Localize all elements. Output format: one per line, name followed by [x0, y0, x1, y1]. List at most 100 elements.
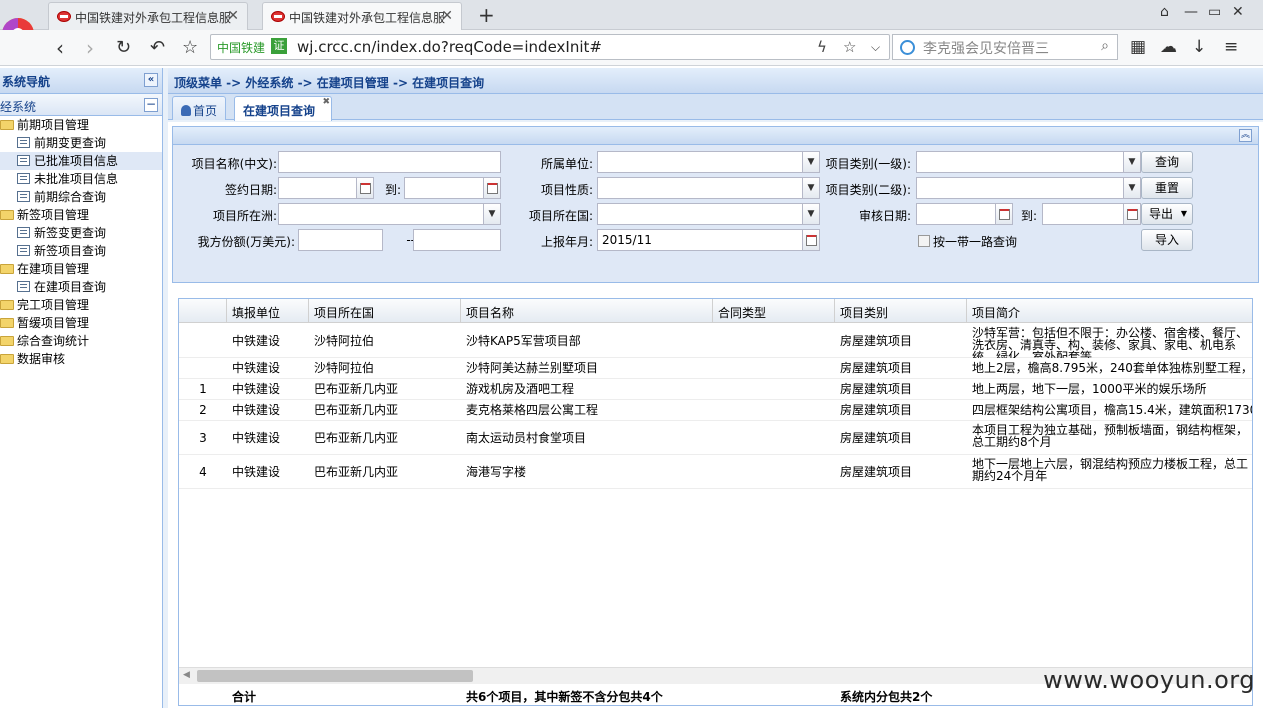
download-icon[interactable]: ↓ — [1192, 37, 1206, 57]
nature-select[interactable] — [597, 177, 803, 199]
favorite-star-icon[interactable]: ☆ — [182, 37, 198, 58]
sidebar-item-label: 在建项目查询 — [34, 280, 107, 294]
table-row[interactable]: 4 中铁建设 巴布亚新几内亚 海港写字楼 房屋建筑项目 地下一层地上六层，钢混结构预应力楼… — [179, 455, 1252, 489]
import-button[interactable]: 导入 — [1141, 229, 1193, 251]
search-icon[interactable]: ⌕ — [1101, 38, 1109, 54]
reset-button[interactable]: 重置 — [1141, 177, 1193, 199]
sidebar-item[interactable]: 新签项目查询 — [0, 242, 162, 260]
sign-date-to-input[interactable] — [404, 177, 484, 199]
close-icon[interactable]: ✕ — [227, 8, 239, 24]
query-button[interactable]: 查询 — [1141, 151, 1193, 173]
sign-date-from-input[interactable] — [278, 177, 357, 199]
close-window-button[interactable]: ✕ — [1232, 4, 1244, 20]
new-tab-button[interactable]: + — [478, 3, 495, 27]
apps-grid-icon[interactable]: ▦ — [1130, 37, 1146, 57]
tab-active-query[interactable]: 在建项目查询 ✖ — [234, 96, 333, 121]
report-month-input[interactable]: 2015/11 — [597, 229, 803, 251]
belt-road-checkbox[interactable] — [918, 235, 930, 247]
sidebar-item[interactable]: 前期综合查询 — [0, 188, 162, 206]
unit-select[interactable] — [597, 151, 803, 173]
collapse-panel-button[interactable]: ︽ — [1239, 129, 1252, 142]
collapse-section-button[interactable]: − — [144, 98, 158, 112]
sidebar-item-label: 完工项目管理 — [17, 298, 90, 312]
column-header[interactable]: 项目简介 — [967, 299, 1252, 323]
app-area: 系统导航 « 经系统 − 前期项目管理 前期变更查询 已批准项目信息 未批准项目信息前… — [0, 68, 1263, 708]
table-row[interactable]: 1 中铁建设 巴布亚新几内亚 游戏机房及酒吧工程 房屋建筑项目 地上两层，地下一层，100… — [179, 379, 1252, 400]
query-panel: ︽ 项目名称(中文): 签约日期: 到: 项目所在洲: ▼ 我方份额(万美元):… — [172, 126, 1259, 283]
chevron-down-icon[interactable]: ▼ — [1124, 151, 1141, 173]
sidebar-item[interactable]: 完工项目管理 — [0, 296, 162, 314]
export-button[interactable]: 导出 ▼ — [1141, 203, 1193, 225]
cert-badge-icon[interactable]: 证 — [271, 38, 287, 54]
sidebar-item[interactable]: 暂缓项目管理 — [0, 314, 162, 332]
table-row[interactable]: 中铁建设 沙特阿拉伯 沙特KAP5军营项目部 房屋建筑项目 沙特军营：包括但不限于：办公… — [179, 324, 1252, 358]
chevron-down-icon[interactable]: ▼ — [484, 203, 501, 225]
sidebar-item[interactable]: 新签变更查询 — [0, 224, 162, 242]
pin-icon[interactable]: ⌂ — [1160, 4, 1169, 20]
column-header[interactable]: 合同类型 — [713, 299, 835, 323]
column-header[interactable]: 项目名称 — [461, 299, 713, 323]
minimize-button[interactable]: — — [1184, 4, 1198, 20]
table-row[interactable]: 3 中铁建设 巴布亚新几内亚 南太运动员村食堂项目 房屋建筑项目 本项目工程为独立基础，预… — [179, 421, 1252, 455]
back-icon[interactable]: ‹ — [56, 36, 64, 60]
calendar-icon[interactable] — [357, 177, 374, 199]
our-share-to-input[interactable] — [413, 229, 501, 251]
cloud-icon[interactable]: ☁ — [1160, 37, 1177, 57]
table-cell — [713, 421, 835, 455]
calendar-icon[interactable] — [484, 177, 501, 199]
sidebar-item[interactable]: 前期变更查询 — [0, 134, 162, 152]
sidebar-item[interactable]: 数据审核 — [0, 350, 162, 368]
sidebar-item[interactable]: 新签项目管理 — [0, 206, 162, 224]
scroll-left-icon[interactable]: ◀ — [183, 670, 190, 680]
bookmark-star-icon[interactable]: ☆ — [843, 38, 856, 56]
search-input[interactable]: 李克强会见安倍晋三 ⌕ — [892, 34, 1118, 60]
table-row[interactable]: 2 中铁建设 巴布亚新几内亚 麦克格莱格四层公寓工程 房屋建筑项目 四层框架结构公寓项目，… — [179, 400, 1252, 421]
close-icon[interactable]: ✖ — [322, 97, 330, 107]
table-row[interactable]: 中铁建设 沙特阿拉伯 沙特阿美达赫兰别墅项目 房屋建筑项目 地上2层，檐高8.795米，… — [179, 358, 1252, 379]
column-header[interactable]: 项目类别 — [835, 299, 967, 323]
category1-select[interactable] — [916, 151, 1124, 173]
sidebar-item[interactable]: 在建项目管理 — [0, 260, 162, 278]
nature-label: 项目性质: — [540, 183, 593, 197]
sidebar-section[interactable]: 经系统 − — [0, 94, 162, 116]
audit-date-to-input[interactable] — [1042, 203, 1124, 225]
chevron-down-icon[interactable]: ▼ — [1124, 177, 1141, 199]
calendar-icon[interactable] — [1124, 203, 1141, 225]
reload-icon[interactable]: ↻ — [116, 37, 131, 58]
browser-tab-2[interactable]: 中国铁建对外承包工程信息服 ✕ — [262, 2, 462, 30]
sidebar-item[interactable]: 已批准项目信息 — [0, 152, 162, 170]
folder-icon — [0, 210, 14, 220]
column-header[interactable]: 填报单位 — [227, 299, 309, 323]
column-header[interactable]: 项目所在国 — [309, 299, 461, 323]
folder-icon — [0, 120, 14, 130]
scrollbar-thumb[interactable] — [197, 670, 473, 682]
menu-icon[interactable]: ≡ — [1224, 37, 1238, 57]
table-cell: 中铁建设 — [232, 465, 281, 479]
maximize-button[interactable]: ▭ — [1208, 4, 1221, 20]
sidebar-item[interactable]: 未批准项目信息 — [0, 170, 162, 188]
url-text[interactable]: wj.crcc.cn/index.do?reqCode=indexInit# — [297, 38, 602, 56]
sidebar-item[interactable]: 综合查询统计 — [0, 332, 162, 350]
lightning-icon[interactable]: ϟ — [817, 38, 827, 56]
search-text[interactable]: 李克强会见安倍晋三 — [923, 38, 1049, 58]
our-share-from-input[interactable] — [298, 229, 383, 251]
sidebar-item[interactable]: 前期项目管理 — [0, 116, 162, 134]
address-bar[interactable]: 中国铁建 证 wj.crcc.cn/index.do?reqCode=index… — [210, 34, 890, 60]
sidebar-item[interactable]: 在建项目查询 — [0, 278, 162, 296]
collapse-sidebar-button[interactable]: « — [144, 73, 158, 87]
tab-home[interactable]: 首页 — [172, 96, 227, 120]
project-name-input[interactable] — [278, 151, 501, 173]
calendar-icon[interactable] — [803, 229, 820, 251]
close-icon[interactable]: ✕ — [441, 8, 453, 24]
browser-tab-1[interactable]: 中国铁建对外承包工程信息服 ✕ — [48, 2, 248, 30]
column-header[interactable] — [179, 299, 227, 323]
calendar-icon[interactable] — [996, 203, 1013, 225]
forward-icon[interactable]: › — [86, 36, 94, 60]
continent-select[interactable] — [278, 203, 484, 225]
undo-icon[interactable]: ↶ — [150, 37, 165, 58]
category2-select[interactable] — [916, 177, 1124, 199]
chevron-down-icon[interactable]: ⌵ — [871, 40, 880, 55]
country-select[interactable] — [597, 203, 803, 225]
table-cell: 1 — [199, 382, 207, 396]
audit-date-from-input[interactable] — [916, 203, 996, 225]
